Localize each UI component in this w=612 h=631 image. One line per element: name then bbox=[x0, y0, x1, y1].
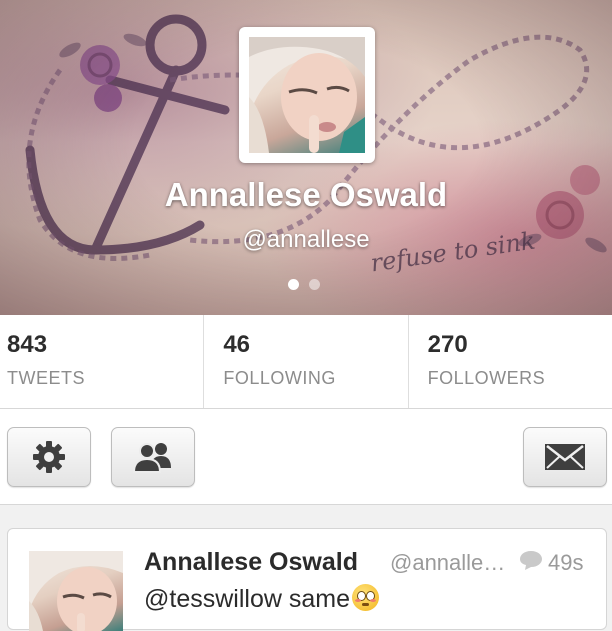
page-dot-1[interactable] bbox=[288, 279, 299, 290]
profile-actions bbox=[0, 409, 612, 505]
tweets-stat[interactable]: 843 TWEETS bbox=[0, 315, 205, 408]
flushed-face-emoji bbox=[351, 584, 379, 611]
tweet-author-name: Annallese Oswald bbox=[144, 548, 358, 576]
following-stat[interactable]: 46 FOLLOWING bbox=[204, 315, 409, 408]
profile-stats: 843 TWEETS 46 FOLLOWING 270 FOLLOWERS bbox=[0, 315, 612, 409]
tweet-body: @tesswillow same bbox=[144, 584, 379, 614]
tweet-item[interactable]: Annallese Oswald @annalle… 49s @tesswill… bbox=[7, 528, 607, 631]
people-icon bbox=[132, 443, 171, 473]
following-label: FOLLOWING bbox=[223, 368, 336, 388]
tweets-label: TWEETS bbox=[7, 368, 85, 388]
followers-stat[interactable]: 270 FOLLOWERS bbox=[409, 315, 612, 408]
avatar-photo bbox=[249, 37, 365, 153]
followers-count: 270 bbox=[427, 331, 468, 358]
profile-avatar[interactable] bbox=[239, 27, 375, 163]
settings-button[interactable] bbox=[7, 427, 91, 487]
tweets-count: 843 bbox=[7, 331, 48, 358]
tweet-timestamp: 49s bbox=[548, 550, 584, 575]
tweet-author-handle: @annalle… bbox=[390, 550, 506, 575]
profile-handle: @annallese bbox=[242, 226, 370, 253]
profile-name: Annallese Oswald bbox=[164, 176, 448, 213]
tweet-avatar[interactable] bbox=[29, 551, 123, 631]
lists-button[interactable] bbox=[111, 427, 195, 487]
gear-icon bbox=[33, 441, 65, 473]
profile-header: refuse to sink Annallese Oswald @annalle… bbox=[0, 0, 612, 315]
speech-bubble-icon bbox=[520, 551, 542, 570]
page-dot-2[interactable] bbox=[309, 279, 320, 290]
followers-label: FOLLOWERS bbox=[427, 368, 546, 388]
message-button[interactable] bbox=[523, 427, 607, 487]
tweet-text: @tesswillow same bbox=[144, 585, 350, 613]
carousel-page-indicator[interactable] bbox=[288, 279, 320, 290]
envelope-icon bbox=[545, 444, 585, 470]
following-count: 46 bbox=[223, 331, 251, 358]
